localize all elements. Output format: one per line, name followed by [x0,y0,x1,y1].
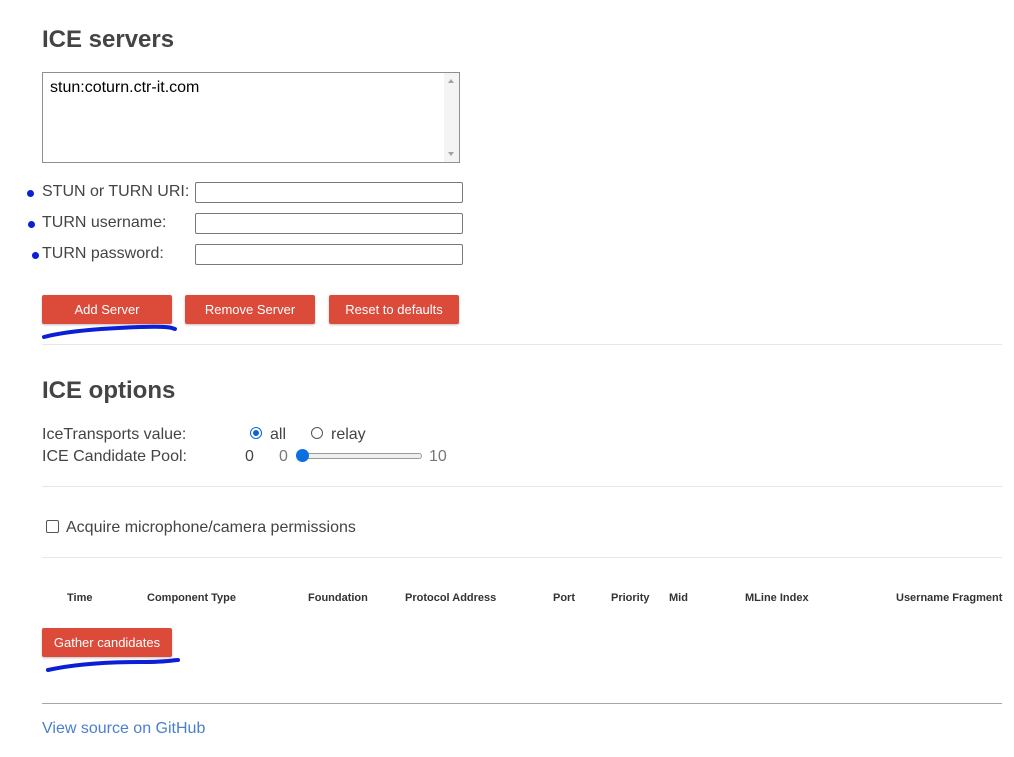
annotation-underline-gather-candidates [46,658,180,672]
annotation-underline-add-server [42,324,177,339]
annotation-overlay [42,324,180,672]
page: ICE servers stun:coturn.ctr-it.com STUN … [0,0,1014,757]
